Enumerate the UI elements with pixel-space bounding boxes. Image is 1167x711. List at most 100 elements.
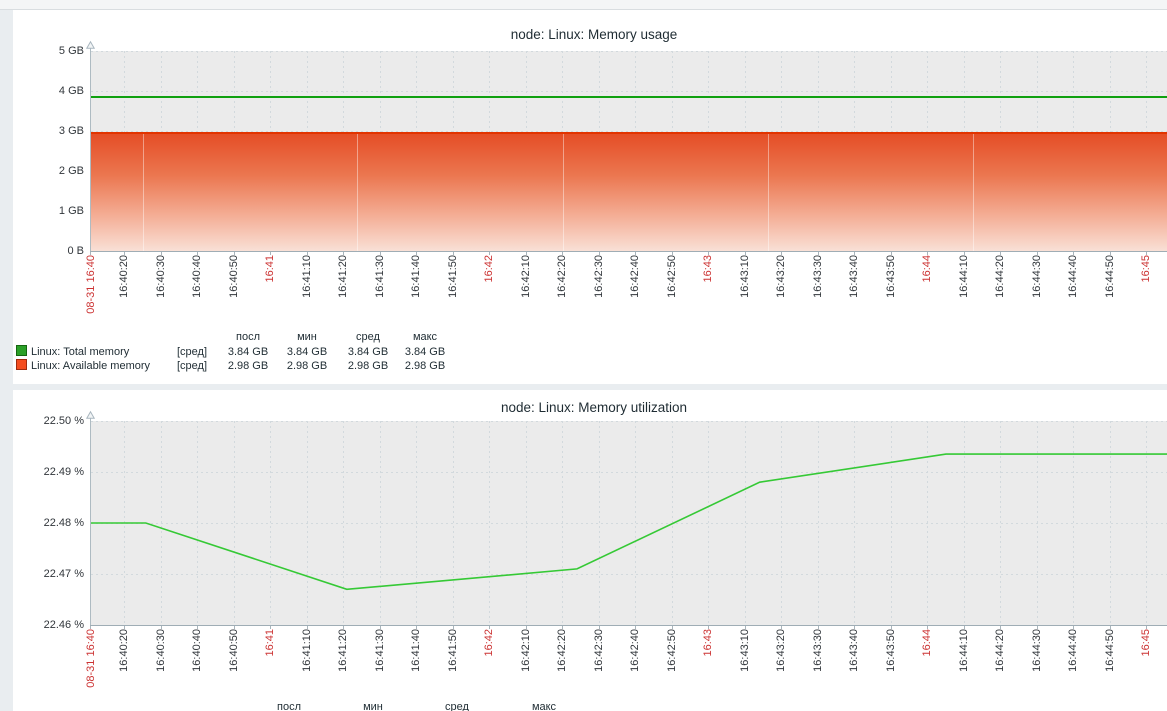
x-tick-label: 16:42:40	[629, 629, 641, 672]
x-tick-label: 16:42:10	[520, 255, 532, 298]
x-tick-label: 16:43	[702, 255, 714, 283]
x-tick-label: 16:44	[921, 255, 933, 283]
x-tick-label: 08-31 16:40	[85, 255, 97, 314]
legend-series-name: Linux: Available memory	[31, 360, 150, 372]
x-tick-label: 16:43:50	[885, 255, 897, 298]
x-tick-label: 16:43:30	[812, 629, 824, 672]
legend-header: мин	[297, 331, 317, 343]
legend-header: макс	[532, 701, 556, 711]
legend-stat-value: 2.98 GB	[405, 360, 445, 372]
gradient-seam	[973, 134, 974, 251]
x-tick-label: 16:41	[264, 255, 276, 283]
x-tick-label: 16:44:30	[1031, 629, 1043, 672]
gradient-seam	[563, 134, 564, 251]
x-tick-label: 16:41:10	[301, 629, 313, 672]
legend-header: посл	[277, 701, 301, 711]
x-tick-label: 16:43:10	[739, 629, 751, 672]
x-tick-label: 16:40:40	[191, 629, 203, 672]
series-line-total-memory	[91, 96, 1167, 98]
x-tick-label: 16:40:20	[118, 255, 130, 298]
x-tick-label: 16:44:20	[994, 629, 1006, 672]
y-tick-label: 22.46 %	[16, 619, 84, 631]
y-tick-label: 3 GB	[16, 125, 84, 137]
x-tick-label: 16:40:20	[118, 629, 130, 672]
x-tick-label: 16:41:10	[301, 255, 313, 298]
legend-color-swatch	[16, 359, 27, 370]
legend-stat-value: 3.84 GB	[287, 346, 327, 358]
x-tick-label: 16:42:10	[520, 629, 532, 672]
y-tick-label: 5 GB	[16, 45, 84, 57]
y-axis-arrow-icon	[86, 41, 95, 49]
legend-header: посл	[236, 331, 260, 343]
x-tick-label: 16:42:40	[629, 255, 641, 298]
x-tick-label: 16:43:20	[775, 255, 787, 298]
y-tick-label: 22.48 %	[16, 517, 84, 529]
chart-title-memory-usage: node: Linux: Memory usage	[0, 27, 1167, 42]
y-axis-line	[90, 43, 91, 251]
x-tick-label: 16:40:50	[228, 255, 240, 298]
y-tick-label: 1 GB	[16, 205, 84, 217]
y-tick-label: 22.47 %	[16, 568, 84, 580]
x-tick-label: 16:44:20	[994, 255, 1006, 298]
x-tick-label: 16:41:40	[410, 255, 422, 298]
legend-aggregation: [сред]	[177, 360, 207, 372]
x-tick-label: 16:42:30	[593, 255, 605, 298]
x-tick-label: 16:42:50	[666, 629, 678, 672]
legend-aggregation: [сред]	[177, 346, 207, 358]
x-tick-label: 16:40:30	[155, 255, 167, 298]
legend-stat-value: 3.84 GB	[348, 346, 388, 358]
y-tick-label: 0 B	[16, 245, 84, 257]
x-tick-label: 16:40:40	[191, 255, 203, 298]
legend-stat-value: 3.84 GB	[405, 346, 445, 358]
x-tick-label: 16:42	[483, 255, 495, 283]
x-tick-label: 16:44:10	[958, 629, 970, 672]
x-tick-label: 16:43:10	[739, 255, 751, 298]
x-tick-label: 16:41:20	[337, 255, 349, 298]
y-axis-line	[90, 413, 91, 625]
legend-stat-value: 2.98 GB	[287, 360, 327, 372]
legend-stat-value: 2.98 GB	[348, 360, 388, 372]
x-tick-label: 16:43:20	[775, 629, 787, 672]
x-tick-label: 16:42:20	[556, 629, 568, 672]
y-tick-label: 2 GB	[16, 165, 84, 177]
x-tick-label: 16:43:50	[885, 629, 897, 672]
x-tick-label: 16:41:50	[447, 629, 459, 672]
gradient-seam	[768, 134, 769, 251]
grid-line	[91, 91, 1167, 92]
x-tick-label: 16:42	[483, 629, 495, 657]
x-tick-label: 16:43:30	[812, 255, 824, 298]
y-tick-label: 4 GB	[16, 85, 84, 97]
legend-header: мин	[363, 701, 383, 711]
memory-utilization-line	[91, 421, 1167, 625]
grid-line	[91, 51, 1167, 52]
zabbix-graphs-page: node: Linux: Memory usage node: Linux: M…	[0, 0, 1167, 711]
x-tick-label: 16:44	[921, 629, 933, 657]
x-tick-label: 16:41:20	[337, 629, 349, 672]
y-axis-arrow-icon	[86, 411, 95, 419]
x-tick-label: 08-31 16:40	[85, 629, 97, 688]
x-tick-label: 16:42:50	[666, 255, 678, 298]
x-tick-label: 16:41	[264, 629, 276, 657]
x-tick-label: 16:41:30	[374, 255, 386, 298]
chart-title-memory-utilization: node: Linux: Memory utilization	[0, 400, 1167, 415]
x-tick-label: 16:44:30	[1031, 255, 1043, 298]
legend-header: макс	[413, 331, 437, 343]
x-tick-label: 16:43:40	[848, 629, 860, 672]
x-tick-label: 16:42:20	[556, 255, 568, 298]
x-tick-label: 16:44:50	[1104, 255, 1116, 298]
legend-stat-value: 2.98 GB	[228, 360, 268, 372]
legend-header: сред	[356, 331, 380, 343]
x-tick-label: 16:44:40	[1067, 255, 1079, 298]
x-tick-label: 16:43	[702, 629, 714, 657]
y-tick-label: 22.50 %	[16, 415, 84, 427]
legend-color-swatch	[16, 345, 27, 356]
x-tick-label: 16:41:50	[447, 255, 459, 298]
series-area-available-memory	[91, 132, 1167, 251]
legend-header: сред	[445, 701, 469, 711]
x-tick-label: 16:44:40	[1067, 629, 1079, 672]
legend-stat-value: 3.84 GB	[228, 346, 268, 358]
x-tick-label: 16:44:50	[1104, 629, 1116, 672]
x-tick-label: 16:41:40	[410, 629, 422, 672]
gradient-seam	[357, 134, 358, 251]
x-axis-line	[90, 625, 1167, 626]
